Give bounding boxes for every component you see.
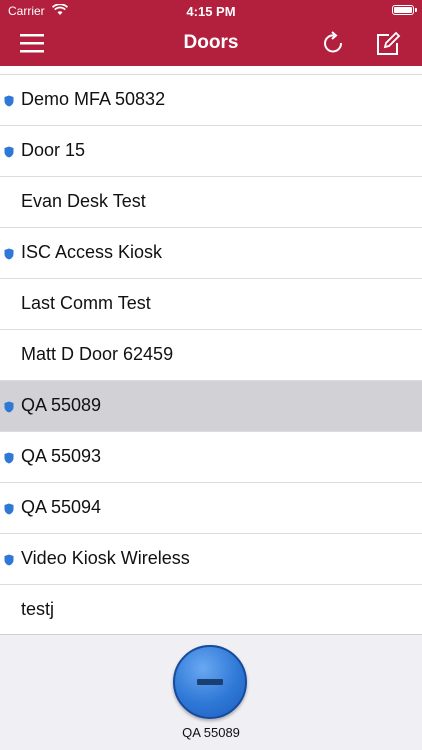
selected-door-label: QA 55089 <box>182 725 240 740</box>
shield-icon <box>4 400 14 413</box>
battery-icon <box>392 5 417 15</box>
nav-bar: Doors <box>0 22 422 66</box>
door-label: QA 55089 <box>21 395 102 415</box>
edit-button[interactable] <box>372 28 404 60</box>
door-row[interactable]: Video Kiosk Wireless <box>0 534 422 585</box>
door-label: ISC Access Kiosk <box>21 242 163 262</box>
shield-icon <box>4 145 14 158</box>
bottom-panel: QA 55089 <box>0 634 422 750</box>
door-row[interactable]: Matt D Door 62459 <box>0 330 422 381</box>
door-row[interactable]: testj <box>0 585 422 634</box>
page-title: Doors <box>183 32 239 53</box>
door-label: Demo MFA 50832 <box>21 89 166 109</box>
status-bar: Carrier 4:15 PM <box>0 0 422 22</box>
list-item[interactable] <box>0 66 422 75</box>
door-label: Last Comm Test <box>21 293 151 313</box>
shield-icon <box>4 451 14 464</box>
door-row[interactable]: Demo MFA 50832 <box>0 75 422 126</box>
refresh-button[interactable] <box>318 28 350 60</box>
clock: 4:15 PM <box>186 4 236 19</box>
door-label: Matt D Door 62459 <box>21 344 174 364</box>
shield-icon <box>4 502 14 515</box>
door-label: Evan Desk Test <box>21 191 146 211</box>
door-list: Demo MFA 50832 Door 15 Evan Desk Test ISC A… <box>0 66 422 634</box>
edit-icon <box>377 31 401 55</box>
door-label: Video Kiosk Wireless <box>21 548 190 568</box>
door-row[interactable]: Evan Desk Test <box>0 177 422 228</box>
door-row[interactable]: QA 55093 <box>0 432 422 483</box>
door-row[interactable]: QA 55094 <box>0 483 422 534</box>
app-header: Carrier 4:15 PM Doors <box>0 0 422 66</box>
door-label: QA 55093 <box>21 446 102 466</box>
unlock-icon <box>197 679 223 685</box>
shield-icon <box>4 94 14 107</box>
door-row[interactable]: Door 15 <box>0 126 422 177</box>
shield-icon <box>4 247 14 260</box>
door-row[interactable]: QA 55089 <box>0 381 422 432</box>
door-row[interactable]: Last Comm Test <box>0 279 422 330</box>
shield-icon <box>4 553 14 566</box>
refresh-icon <box>324 31 343 53</box>
door-row[interactable]: ISC Access Kiosk <box>0 228 422 279</box>
door-label: QA 55094 <box>21 497 102 517</box>
door-label: Door 15 <box>21 140 86 160</box>
door-label: testj <box>21 599 55 619</box>
unlock-button[interactable] <box>173 645 247 719</box>
